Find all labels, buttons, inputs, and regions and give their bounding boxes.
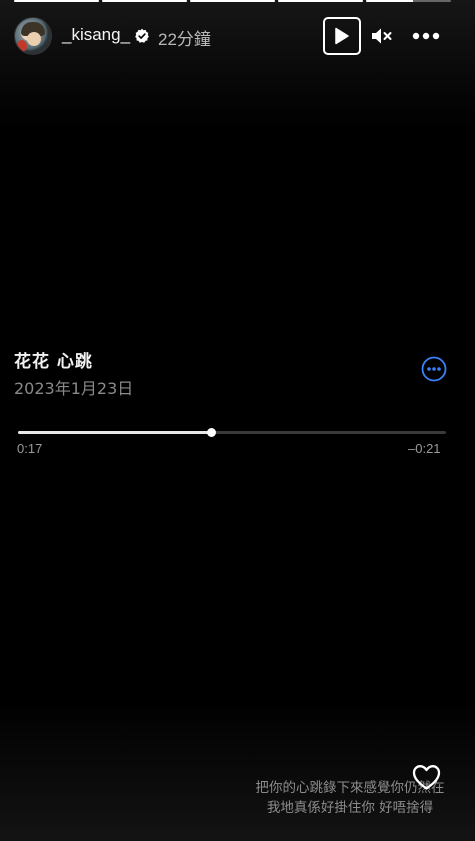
more-horizontal-icon bbox=[412, 32, 440, 40]
story-segment-fill bbox=[14, 0, 99, 2]
story-segment bbox=[14, 0, 99, 2]
more-options-button[interactable] bbox=[412, 26, 442, 46]
heart-icon bbox=[412, 765, 441, 790]
track-options-button[interactable] bbox=[421, 356, 447, 382]
story-progress-bar bbox=[14, 0, 451, 3]
story-segment-fill bbox=[190, 0, 275, 2]
scrubber-handle[interactable] bbox=[206, 428, 216, 437]
story-segment bbox=[278, 0, 363, 2]
audio-scrubber[interactable] bbox=[18, 428, 446, 437]
story-segment bbox=[102, 0, 187, 2]
speaker-muted-icon bbox=[372, 28, 392, 44]
elapsed-time: 0:17 bbox=[17, 441, 43, 456]
scrubber-played bbox=[18, 431, 211, 434]
play-button[interactable] bbox=[323, 17, 361, 55]
more-circle-icon bbox=[421, 356, 447, 382]
story-segment bbox=[190, 0, 275, 2]
post-timestamp: 22分鐘 bbox=[158, 30, 211, 49]
story-segment-fill bbox=[366, 0, 413, 2]
like-button[interactable] bbox=[412, 764, 441, 791]
story-segment-fill bbox=[102, 0, 187, 2]
remaining-time: –0:21 bbox=[408, 441, 441, 456]
avatar[interactable] bbox=[14, 17, 52, 55]
verified-badge-icon bbox=[134, 28, 150, 44]
track-title: 花花 心跳 bbox=[14, 352, 93, 372]
story-segment-fill bbox=[278, 0, 363, 2]
mute-button[interactable] bbox=[371, 26, 393, 46]
play-icon bbox=[335, 27, 349, 45]
username[interactable]: _kisang_ bbox=[62, 25, 130, 45]
story-viewer: _kisang_ 22分鐘 花花 心跳 2023年1月23日 0:17 –0:2… bbox=[0, 0, 475, 841]
story-segment bbox=[366, 0, 451, 2]
caption-line-2: 我地真係好掛住你 好唔捨得 bbox=[266, 800, 434, 816]
track-date: 2023年1月23日 bbox=[14, 379, 134, 398]
story-header: _kisang_ 22分鐘 bbox=[14, 16, 461, 58]
